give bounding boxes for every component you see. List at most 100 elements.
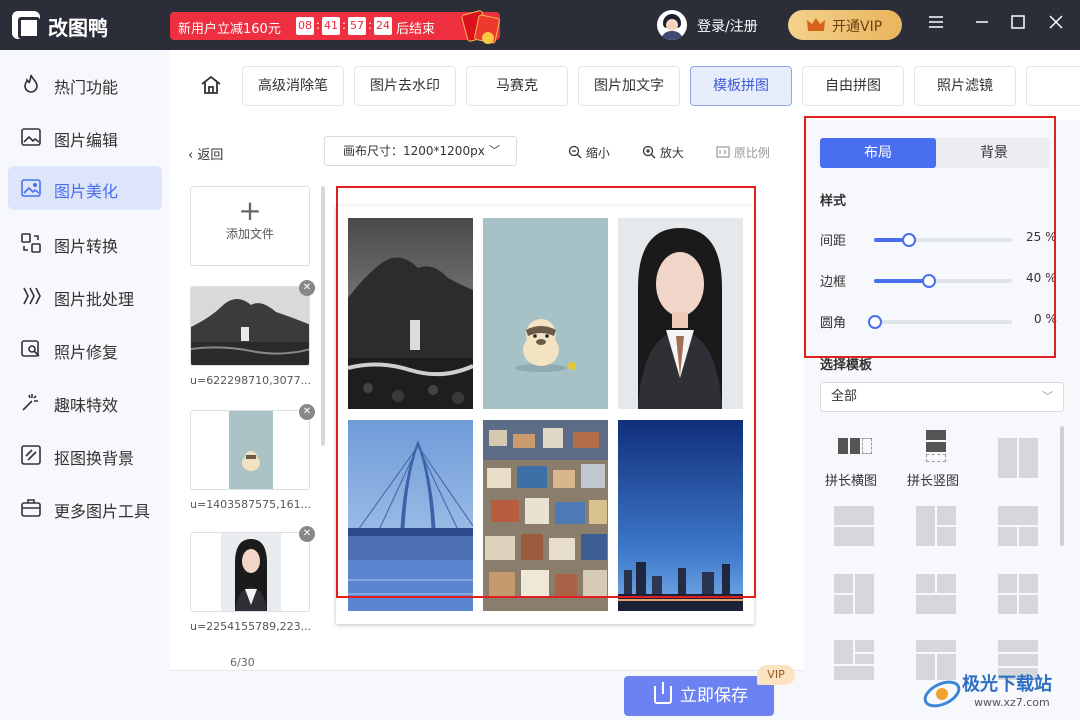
sidebar-item-label: 更多图片工具 [54, 502, 151, 521]
sidebar-item-label: 图片美化 [54, 182, 119, 201]
cutout-icon [21, 445, 41, 465]
template-3c[interactable] [834, 574, 874, 614]
zoom-out-label: 缩小 [585, 146, 610, 160]
settings-panel: 布局 背景 样式 间距 25 % 边框 40 % 圆角 0 % 选择模板 全部 … [804, 116, 1080, 720]
zoom-in-label: 放大 [659, 146, 684, 160]
repair-icon [21, 340, 40, 357]
aurora-logo-icon [923, 680, 961, 708]
tool-remove-watermark[interactable]: 图片去水印 [354, 66, 456, 106]
watermark-url: www.xz7.com [974, 696, 1050, 709]
remove-file-button[interactable]: ✕ [299, 280, 315, 296]
minimize-icon[interactable] [972, 14, 992, 36]
login-button[interactable]: 登录/注册 [697, 16, 758, 36]
vip-badge: VIP [757, 665, 795, 685]
file-name: u=2254155789,223... [190, 620, 312, 633]
watermark-text: 极光下载站 [962, 674, 1052, 695]
sidebar: 热门功能 图片编辑 图片美化 图片转换 图片批处理 照片修复 趣味特效 抠图换背… [0, 50, 170, 720]
file-thumbnail[interactable] [190, 532, 310, 612]
crown-icon [807, 18, 825, 31]
sidebar-item-edit[interactable]: 图片编辑 [8, 115, 162, 159]
plus-icon: + [238, 194, 262, 227]
user-avatar[interactable] [657, 10, 687, 40]
save-button[interactable]: 立即保存 [624, 676, 774, 716]
tool-erase-pen[interactable]: 高级消除笔 [242, 66, 344, 106]
template-label: 拼长竖图 [907, 474, 960, 489]
original-ratio-button[interactable]: 原比例 [716, 144, 770, 161]
sidebar-item-batch[interactable]: 图片批处理 [8, 274, 162, 318]
sidebar-item-label: 热门功能 [54, 78, 119, 97]
sidebar-item-convert[interactable]: 图片转换 [8, 221, 162, 265]
chevron-left-icon: ‹ [188, 148, 198, 163]
remove-file-button[interactable]: ✕ [299, 526, 315, 542]
template-label: 拼长横图 [825, 474, 878, 489]
bottom-bar: 立即保存 VIP [170, 665, 804, 720]
toolbox-icon [21, 499, 41, 517]
vip-button[interactable]: 开通VIP [788, 10, 902, 40]
sidebar-item-effects[interactable]: 趣味特效 [8, 380, 162, 424]
sidebar-item-more[interactable]: 更多图片工具 [8, 486, 162, 530]
add-file-label: 添加文件 [225, 227, 274, 241]
template-4[interactable] [998, 574, 1038, 614]
sidebar-item-label: 图片转换 [54, 237, 119, 256]
menu-icon[interactable] [926, 14, 946, 36]
tool-mosaic[interactable]: 马赛克 [466, 66, 568, 106]
sparkle-icon [22, 394, 38, 411]
batch-icon [23, 287, 41, 305]
app-name: 改图鸭 [48, 16, 108, 40]
sidebar-item-label: 图片编辑 [54, 131, 119, 150]
add-file-button[interactable]: + 添加文件 [190, 186, 310, 266]
sidebar-item-repair[interactable]: 照片修复 [8, 327, 162, 371]
sidebar-item-hot[interactable]: 热门功能 [8, 62, 162, 106]
back-label: 返回 [197, 148, 224, 163]
file-thumbnail[interactable] [190, 286, 310, 366]
home-icon[interactable] [200, 74, 222, 96]
template-3d[interactable] [916, 574, 956, 614]
template-long-vertical[interactable] [916, 430, 956, 470]
tool-add-text[interactable]: 图片加文字 [578, 66, 680, 106]
template-scrollbar[interactable] [1060, 426, 1064, 546]
panel-highlight-box [804, 116, 1056, 358]
countdown-minutes: 41 [322, 17, 340, 35]
promo-text: 新用户立减160元 [178, 22, 281, 37]
image-beautify-icon [21, 179, 41, 197]
template-long-horizontal[interactable] [834, 430, 874, 470]
save-label: 立即保存 [680, 686, 748, 706]
template-3b[interactable] [998, 506, 1038, 546]
template-filter-select[interactable]: 全部 ﹀ [820, 382, 1064, 412]
zoom-out-button[interactable]: 缩小 [568, 144, 610, 161]
original-ratio-label: 原比例 [733, 146, 770, 160]
canvas-size-select[interactable]: 画布尺寸：1200*1200px ﹀ [324, 136, 517, 166]
file-name: u=622298710,3077... [190, 374, 312, 387]
file-thumbnail[interactable] [190, 410, 310, 490]
page-counter: 6/30 [230, 656, 255, 669]
tool-more[interactable] [1026, 66, 1080, 106]
image-edit-icon [21, 128, 41, 146]
workspace: ‹ 返回 画布尺寸：1200*1200px ﹀ 缩小 放大 原比例 + 添加文件… [170, 120, 804, 720]
close-icon[interactable] [1046, 14, 1066, 36]
template-filter-value: 全部 [831, 389, 858, 404]
download-icon [654, 682, 672, 704]
template-5a[interactable] [834, 640, 874, 680]
file-name: u=1403587575,161... [190, 498, 312, 511]
site-watermark: 极光下载站 www.xz7.com [918, 668, 1078, 718]
maximize-icon[interactable] [1008, 14, 1028, 36]
tool-template-collage[interactable]: 模板拼图 [690, 66, 792, 106]
convert-icon [21, 233, 41, 253]
template-3a[interactable] [916, 506, 956, 546]
countdown-ms: 24 [374, 17, 392, 35]
tool-photo-filter[interactable]: 照片滤镜 [914, 66, 1016, 106]
sidebar-item-beautify[interactable]: 图片美化 [8, 166, 162, 210]
template-2row[interactable] [834, 506, 874, 546]
template-2col[interactable] [998, 438, 1038, 478]
remove-file-button[interactable]: ✕ [299, 404, 315, 420]
title-bar: 改图鸭 新用户立减160元 08 : 41 : 57 : 24 后结束 登录/注… [0, 0, 1080, 50]
sidebar-item-cutout[interactable]: 抠图换背景 [8, 433, 162, 477]
sidebar-item-label: 抠图换背景 [54, 449, 135, 468]
vip-label: 开通VIP [832, 19, 883, 35]
file-list-scrollbar[interactable] [321, 186, 325, 446]
back-button[interactable]: ‹ 返回 [188, 144, 223, 163]
zoom-in-button[interactable]: 放大 [642, 144, 684, 161]
sidebar-item-label: 趣味特效 [54, 396, 119, 415]
tool-free-collage[interactable]: 自由拼图 [802, 66, 904, 106]
promo-banner[interactable]: 新用户立减160元 08 : 41 : 57 : 24 后结束 [170, 9, 501, 45]
